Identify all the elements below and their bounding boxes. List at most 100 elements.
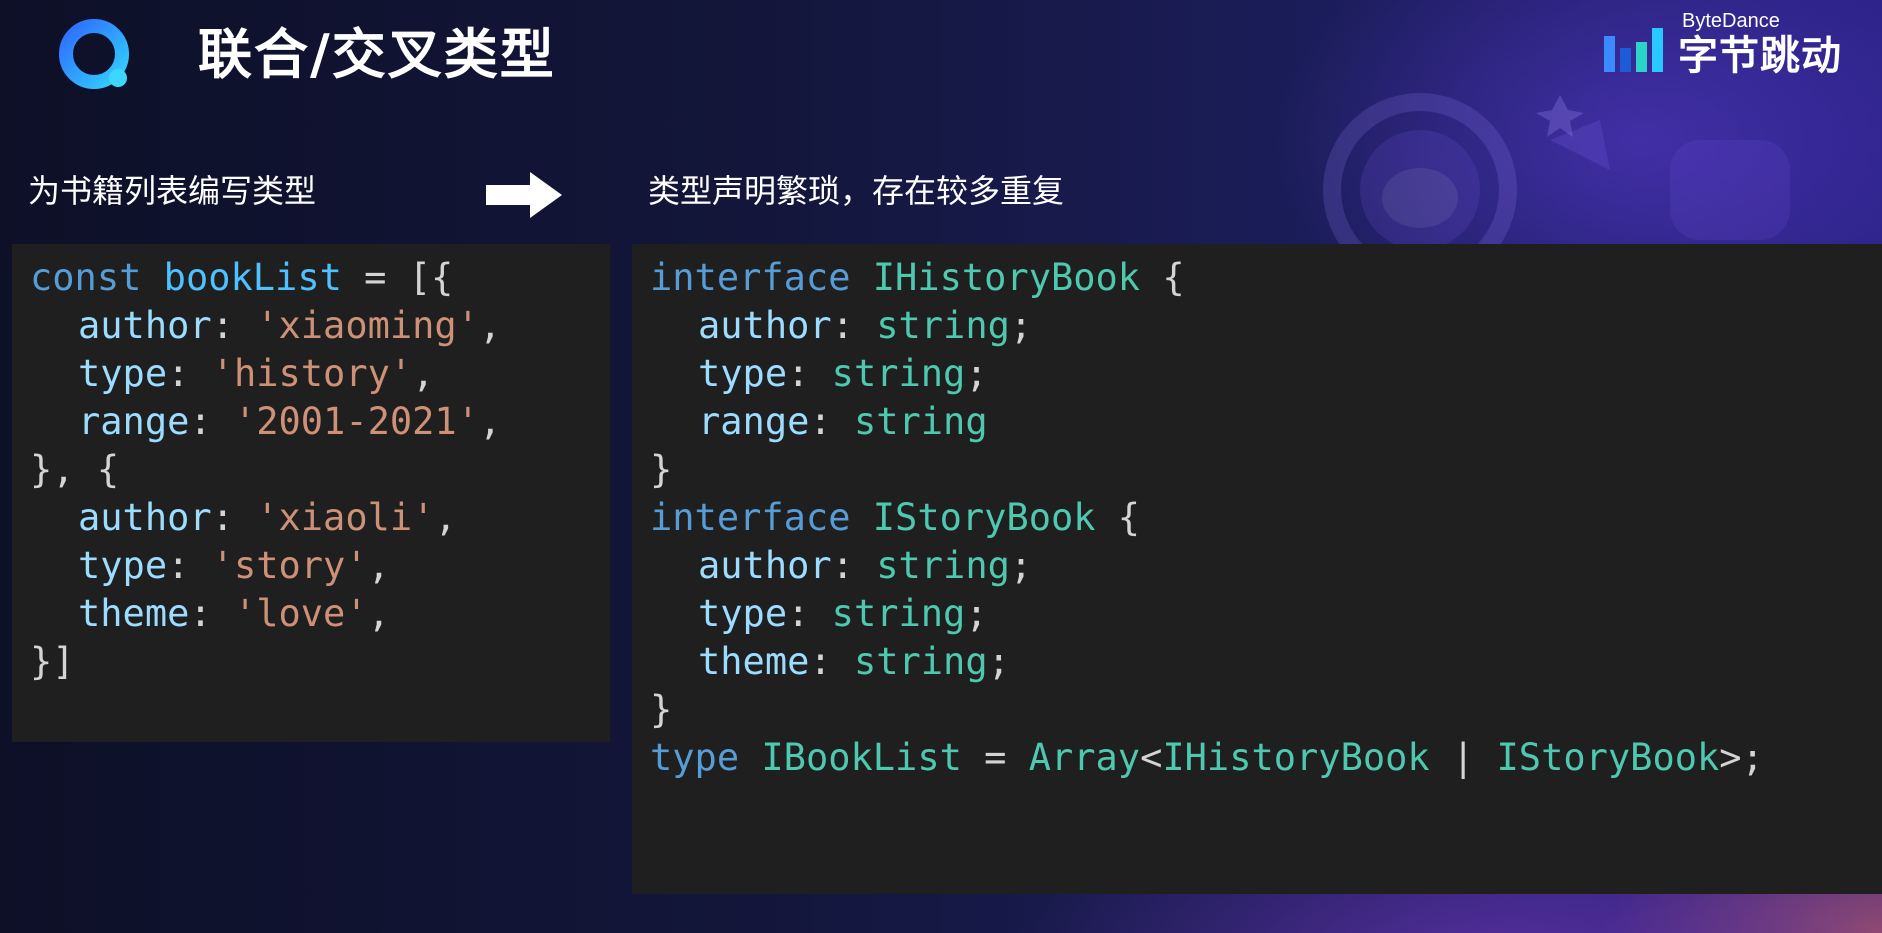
code-line: } xyxy=(650,686,1882,734)
code-token: range xyxy=(698,400,810,443)
code-line: range: string xyxy=(650,398,1882,446)
code-token: theme xyxy=(78,592,190,635)
right-caption: 类型声明繁琐，存在较多重复 xyxy=(648,172,1065,210)
code-line: type: 'story', xyxy=(30,542,610,590)
code-line: theme: string; xyxy=(650,638,1882,686)
code-token: interface xyxy=(650,496,851,539)
code-token: author xyxy=(78,304,212,347)
code-token: : xyxy=(167,544,212,587)
code-token: const xyxy=(30,256,142,299)
code-token: 'xiaoming' xyxy=(256,304,479,347)
code-token: interface xyxy=(650,256,851,299)
code-token: IStoryBook xyxy=(1496,736,1720,779)
code-line: author: 'xiaoming', xyxy=(30,302,610,350)
brand-name-cn: 字节跳动 xyxy=(1678,33,1842,79)
code-token: : xyxy=(787,592,832,635)
astronaut-illustration xyxy=(1323,93,1790,250)
code-token: : xyxy=(831,544,877,587)
code-token: : xyxy=(167,352,212,395)
code-token: , xyxy=(478,304,502,347)
code-token: range xyxy=(78,400,190,443)
left-caption: 为书籍列表编写类型 xyxy=(28,172,317,210)
code-token: ; xyxy=(987,640,1010,683)
code-token: : xyxy=(211,496,257,539)
code-token: : xyxy=(189,592,234,635)
code-line: interface IHistoryBook { xyxy=(650,254,1882,302)
app-logo-icon xyxy=(59,19,129,89)
code-token: < xyxy=(1140,736,1163,779)
code-token: : xyxy=(211,304,257,347)
code-token: | xyxy=(1429,736,1497,779)
page-title: 联合/交叉类型 xyxy=(198,23,556,86)
code-line: interface IStoryBook { xyxy=(650,494,1882,542)
code-token: : xyxy=(189,400,234,443)
code-token: type xyxy=(698,592,788,635)
code-line: } xyxy=(650,446,1882,494)
code-token: IStoryBook xyxy=(872,496,1096,539)
code-line: }, { xyxy=(30,446,610,494)
code-token: , xyxy=(367,544,390,587)
code-token: 'story' xyxy=(211,544,368,587)
code-line: author: string; xyxy=(650,542,1882,590)
code-token: 'love' xyxy=(233,592,368,635)
code-token: type xyxy=(78,544,168,587)
type-declaration-code-panel: interface IHistoryBook {author: string; t… xyxy=(632,244,1882,894)
code-token: type xyxy=(78,352,168,395)
code-token: = xyxy=(961,736,1029,779)
code-line: range: '2001-2021', xyxy=(30,398,610,446)
code-token: { xyxy=(1095,496,1141,539)
code-token: author xyxy=(78,496,212,539)
code-token: string xyxy=(853,400,988,443)
code-token: 'xiaoli' xyxy=(256,496,435,539)
code-token: string xyxy=(831,352,966,395)
code-token: ; xyxy=(965,592,988,635)
code-token: 'history' xyxy=(211,352,413,395)
code-token: }, { xyxy=(30,448,120,491)
code-token: : xyxy=(787,352,832,395)
book-list-code-panel: const bookList = [{author: 'xiaoming', ty… xyxy=(12,244,610,742)
code-line: type IBookList = Array<IHistoryBook | IS… xyxy=(650,734,1882,782)
code-token: ; xyxy=(1009,304,1033,347)
code-line: type: string; xyxy=(650,350,1882,398)
code-token: type xyxy=(698,352,788,395)
code-line: }] xyxy=(30,638,610,686)
code-token: : xyxy=(809,640,854,683)
code-token: theme xyxy=(698,640,810,683)
code-token: bookList xyxy=(163,256,342,299)
code-token: '2001-2021' xyxy=(233,400,479,443)
code-token: } xyxy=(650,688,673,731)
code-token: author xyxy=(698,304,832,347)
code-line: author: string; xyxy=(650,302,1882,350)
bytedance-brand: ByteDance 字节跳动 xyxy=(1604,10,1864,79)
code-line: type: string; xyxy=(650,590,1882,638)
brand-name-en: ByteDance xyxy=(1682,10,1780,32)
code-token: IHistoryBook xyxy=(1162,736,1430,779)
code-token: IHistoryBook xyxy=(872,256,1141,299)
code-token: string xyxy=(831,592,966,635)
code-token: Array xyxy=(1028,736,1141,779)
right-arrow-icon xyxy=(486,172,562,218)
code-token: }] xyxy=(30,640,75,683)
code-token: type xyxy=(650,736,740,779)
code-token: , xyxy=(367,592,390,635)
code-token: string xyxy=(876,304,1010,347)
code-token: { xyxy=(1140,256,1185,299)
code-line: type: 'history', xyxy=(30,350,610,398)
code-token: string xyxy=(876,544,1010,587)
code-token: , xyxy=(479,400,502,443)
code-token: , xyxy=(434,496,457,539)
code-token: } xyxy=(650,448,673,491)
code-token: = [{ xyxy=(341,256,454,299)
code-token: : xyxy=(831,304,877,347)
code-token: ; xyxy=(1009,544,1033,587)
code-token: ; xyxy=(965,352,988,395)
code-token: IBookList xyxy=(761,736,962,779)
code-line: theme: 'love', xyxy=(30,590,610,638)
code-line: author: 'xiaoli', xyxy=(30,494,610,542)
code-token: , xyxy=(412,352,435,395)
bytedance-logo-icon xyxy=(1604,28,1663,72)
